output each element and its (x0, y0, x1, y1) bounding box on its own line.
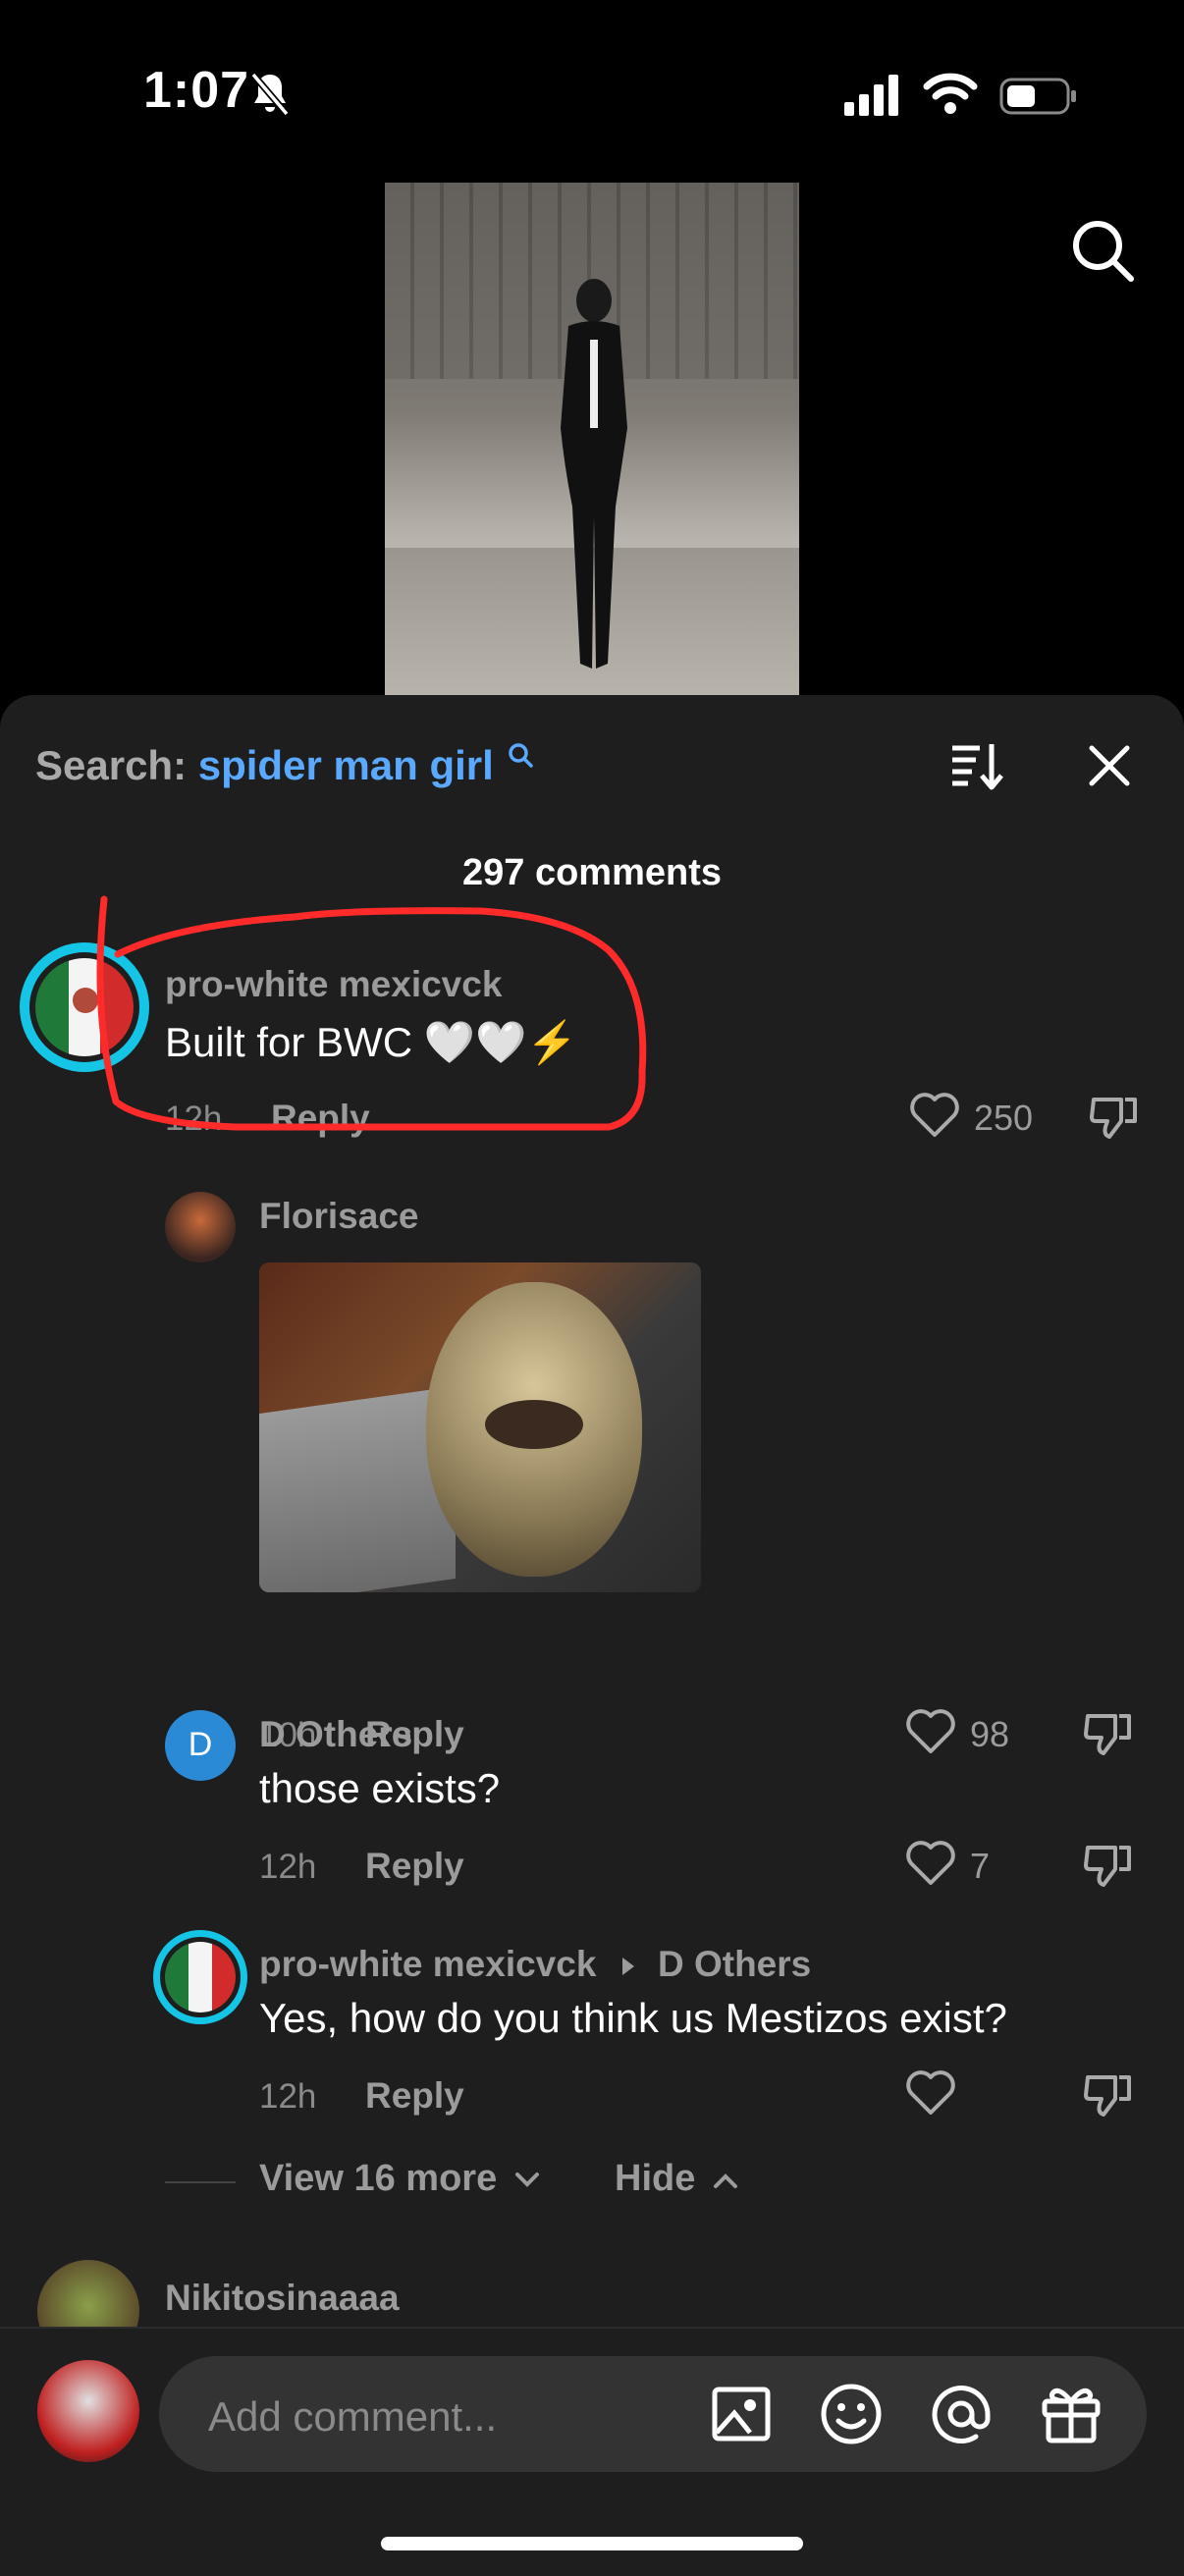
like-count: 7 (970, 1846, 991, 1886)
dislike-icon[interactable] (1088, 1092, 1139, 1143)
sort-icon[interactable] (948, 738, 1003, 793)
heart-icon[interactable] (905, 1840, 956, 1887)
reply-button[interactable]: Reply (365, 1846, 464, 1887)
comment-text: Yes, how do you think us Mestizos exist? (259, 1995, 1007, 2041)
dislike-icon[interactable] (1082, 1840, 1133, 1891)
dislike-icon[interactable] (1082, 2069, 1133, 2120)
comment-author: pro-white mexicvck D Others (259, 1944, 811, 1985)
dislike-icon[interactable] (1082, 1708, 1133, 1759)
heart-icon[interactable] (905, 2069, 956, 2117)
search-icon (508, 743, 533, 768)
reply-author-name[interactable]: pro-white mexicvck (259, 1944, 596, 1984)
image-icon[interactable] (709, 2382, 774, 2446)
comment-time: 12h (259, 1848, 317, 1886)
search-label: Search: (35, 742, 188, 788)
status-bar: 1:07 (0, 0, 1184, 187)
heart-icon[interactable] (909, 1092, 960, 1139)
like-count: 98 (970, 1714, 1010, 1754)
comment-author[interactable]: pro-white mexicvck (165, 964, 502, 1005)
search-icon[interactable] (1068, 216, 1137, 285)
reply-button[interactable]: Reply (365, 2075, 464, 2117)
user-avatar[interactable] (37, 2360, 139, 2462)
comment-text: Built for BWC 🤍🤍⚡ (165, 1019, 578, 1065)
comment-time: 12h (165, 1100, 223, 1138)
search-query-link[interactable]: spider man girl (198, 742, 494, 788)
comments-sheet: Search: spider man girl 297 comments pro… (0, 695, 1184, 2574)
close-icon[interactable] (1082, 738, 1137, 793)
chevron-down-icon (514, 2172, 539, 2187)
comment-input[interactable]: Add comment... (159, 2356, 1147, 2472)
comment-author[interactable]: Nikitosinaaaa (165, 2278, 400, 2319)
battery-icon (999, 78, 1076, 115)
gift-icon[interactable] (1039, 2382, 1103, 2446)
avatar[interactable] (20, 942, 149, 1072)
avatar[interactable] (165, 1192, 236, 1262)
heart-icon[interactable] (905, 1708, 956, 1755)
comment-author[interactable]: D Others (259, 1714, 412, 1755)
status-time: 1:07 (143, 62, 250, 119)
avatar[interactable] (153, 1930, 247, 2024)
comment-input-placeholder: Add comment... (208, 2393, 498, 2440)
gif-attachment[interactable] (259, 1262, 701, 1592)
hide-label: Hide (615, 2158, 696, 2199)
home-indicator[interactable] (381, 2537, 803, 2550)
avatar-letter: D (188, 1726, 213, 1763)
comment-text: those exists? (259, 1765, 501, 1811)
avatar[interactable]: D (165, 1710, 236, 1781)
caret-right-icon (621, 1958, 634, 1976)
mention-icon[interactable] (929, 2382, 994, 2446)
bell-off-icon (250, 72, 290, 117)
chevron-up-icon (713, 2174, 737, 2188)
signal-icon (844, 75, 898, 116)
hide-button[interactable]: Hide (615, 2158, 739, 2200)
video-thumbnail[interactable] (385, 183, 799, 695)
wifi-icon (923, 73, 978, 114)
like-count: 250 (974, 1098, 1034, 1138)
comment-time: 12h (259, 2077, 317, 2116)
view-more-label: View 16 more (259, 2158, 498, 2199)
thread-divider (165, 2181, 236, 2183)
emoji-icon[interactable] (819, 2382, 884, 2446)
comment-count: 297 comments (461, 852, 722, 893)
reply-to-name[interactable]: D Others (658, 1944, 811, 1984)
view-more-button[interactable]: View 16 more (259, 2158, 541, 2200)
video-subject (561, 279, 627, 669)
reply-button[interactable]: Reply (271, 1098, 370, 1139)
search-header: Search: spider man girl (35, 742, 533, 789)
comment-author[interactable]: Florisace (259, 1196, 418, 1237)
